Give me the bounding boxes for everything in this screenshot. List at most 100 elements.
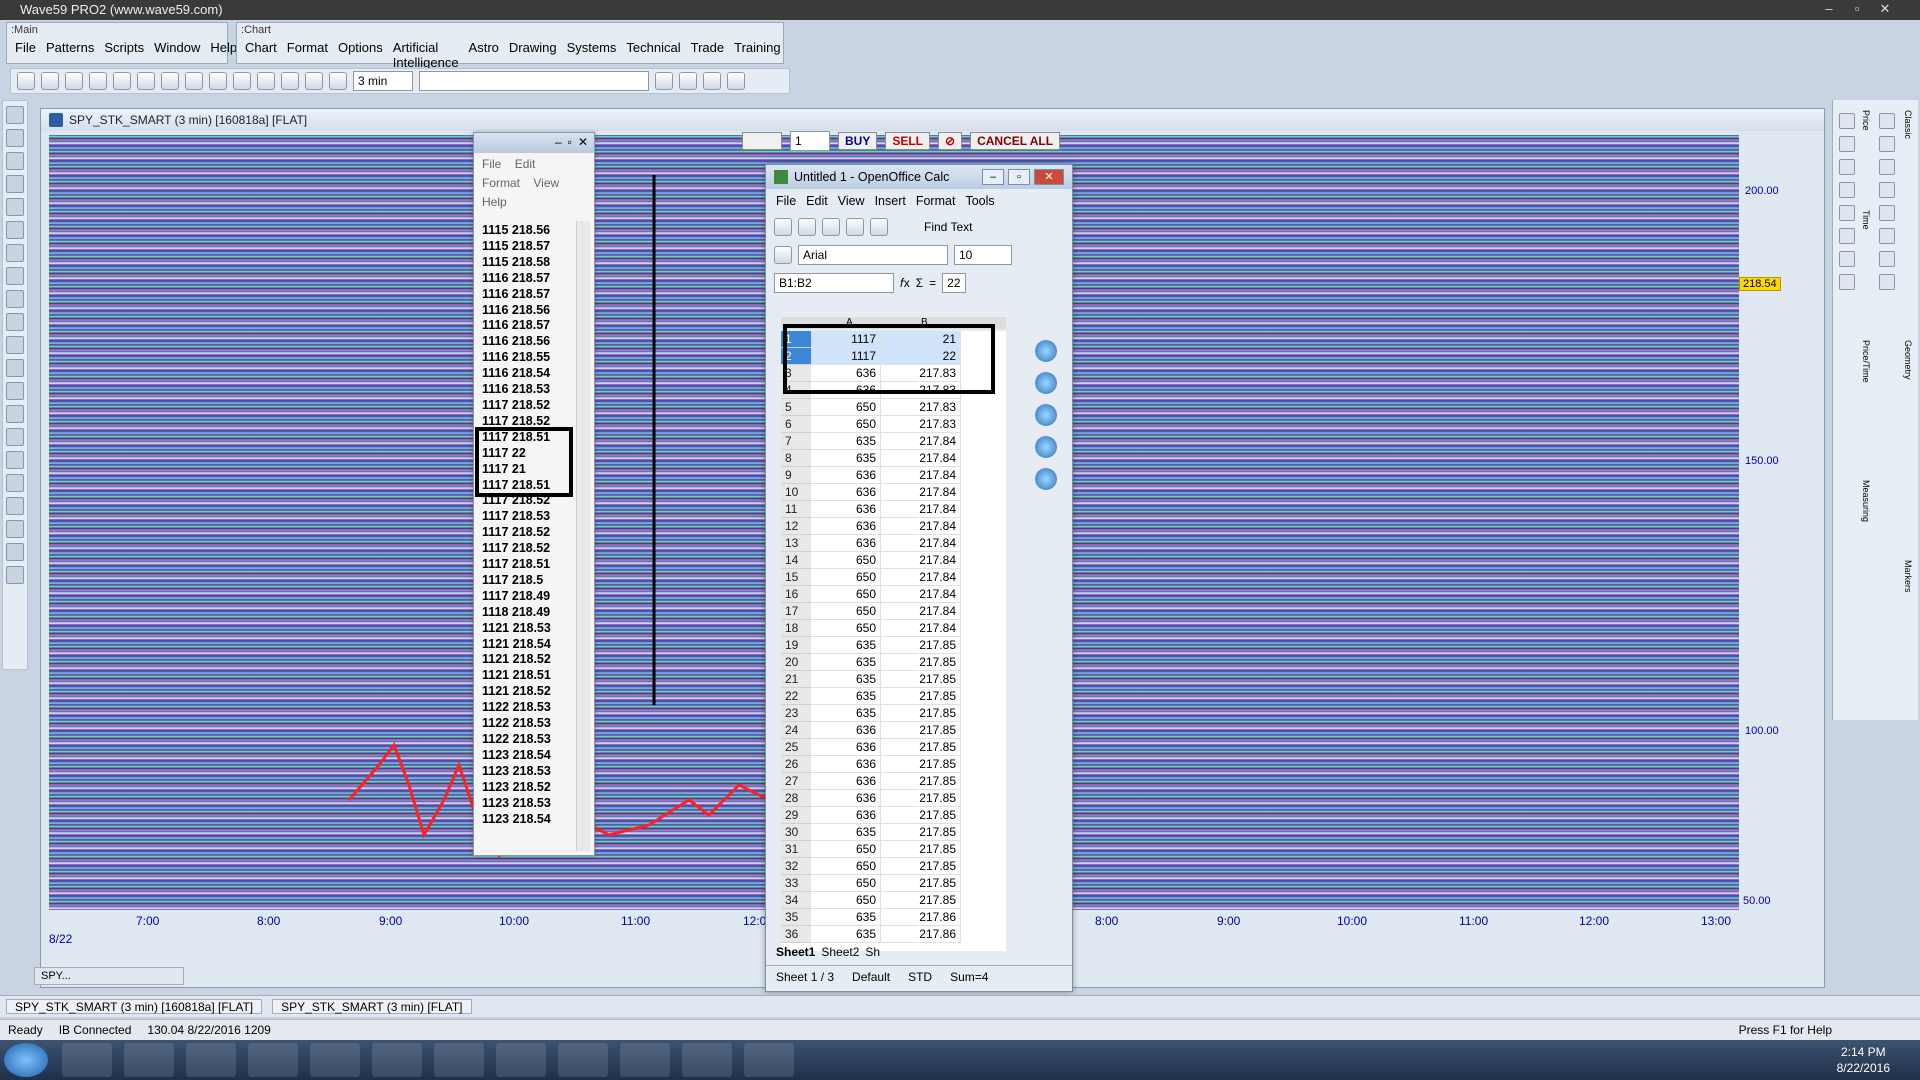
np-menu-edit[interactable]: Edit [515, 157, 536, 171]
interval-select[interactable]: 3 min [353, 71, 413, 91]
pattern-icon[interactable] [161, 72, 179, 90]
close-icon[interactable]: ✕ [578, 135, 588, 151]
refresh-icon[interactable] [65, 72, 83, 90]
table-row[interactable]: 27 636 217.85 [781, 773, 1006, 790]
target-icon[interactable] [1879, 228, 1895, 244]
table-row[interactable]: 32 650 217.85 [781, 858, 1006, 875]
sheet-tab-3[interactable]: Sh [865, 945, 880, 961]
table-row[interactable]: 17 650 217.84 [781, 603, 1006, 620]
table-row[interactable]: 28 636 217.85 [781, 790, 1006, 807]
menu-drawing[interactable]: Drawing [509, 40, 557, 70]
save-icon[interactable] [822, 218, 840, 236]
table-row[interactable]: 7 635 217.84 [781, 433, 1006, 450]
cell-a[interactable]: 636 [811, 467, 881, 484]
cycle-icon[interactable] [6, 267, 24, 285]
panel-label-price-time[interactable]: Price/Time [1861, 340, 1871, 383]
cell-a[interactable]: 635 [811, 705, 881, 722]
menu-patterns[interactable]: Patterns [46, 40, 94, 55]
calc-menu-file[interactable]: File [776, 194, 796, 208]
trend-icon[interactable] [6, 198, 24, 216]
table-row[interactable]: 10 636 217.84 [781, 484, 1006, 501]
cell-b[interactable]: 217.85 [881, 637, 961, 654]
script-icon[interactable] [185, 72, 203, 90]
table-row[interactable]: 23 635 217.85 [781, 705, 1006, 722]
cell-a[interactable]: 636 [811, 722, 881, 739]
cell-b[interactable]: 217.85 [881, 722, 961, 739]
cell-b[interactable]: 217.86 [881, 926, 961, 943]
circle-icon[interactable] [1879, 205, 1895, 221]
cell-a[interactable]: 650 [811, 858, 881, 875]
buy-button[interactable]: BUY [838, 132, 878, 150]
measure-icon[interactable] [1839, 251, 1855, 267]
table-row[interactable]: 11 636 217.84 [781, 501, 1006, 518]
cell-b[interactable]: 217.85 [881, 688, 961, 705]
table-row[interactable]: 18 650 217.84 [781, 620, 1006, 637]
clock[interactable]: 2:14 PM 8/22/2016 [1837, 1044, 1890, 1076]
function-wizard-icon[interactable]: 𝑓x [900, 276, 910, 291]
bars-icon[interactable] [1839, 182, 1855, 198]
cell-b[interactable]: 217.85 [881, 841, 961, 858]
panel-label-price[interactable]: Price [1861, 110, 1871, 131]
cell-a[interactable]: 635 [811, 654, 881, 671]
sell-button[interactable]: SELL [885, 132, 931, 150]
cell-a[interactable]: 650 [811, 603, 881, 620]
cell-a[interactable]: 635 [811, 688, 881, 705]
cell-a[interactable]: 650 [811, 552, 881, 569]
classic-icon[interactable] [1879, 113, 1895, 129]
table-row[interactable]: 29 636 217.85 [781, 807, 1006, 824]
table-row[interactable]: 34 650 217.85 [781, 892, 1006, 909]
undo-icon[interactable] [6, 428, 24, 446]
cell-b[interactable]: 217.84 [881, 484, 961, 501]
cell-b[interactable]: 217.85 [881, 671, 961, 688]
sheet-tab-1[interactable]: Sheet1 [776, 945, 815, 961]
notepad-task-icon[interactable] [372, 1043, 422, 1077]
cell-b[interactable]: 217.85 [881, 739, 961, 756]
font-select[interactable]: Arial [798, 245, 948, 265]
time-icon[interactable] [6, 290, 24, 308]
cell-b[interactable]: 217.85 [881, 824, 961, 841]
arrow-icon[interactable] [679, 72, 697, 90]
cell-a[interactable]: 650 [811, 586, 881, 603]
text-marker-icon[interactable] [1879, 251, 1895, 267]
cell-a[interactable]: 650 [811, 841, 881, 858]
new-icon[interactable] [774, 218, 792, 236]
open-icon[interactable] [798, 218, 816, 236]
table-row[interactable]: 16 650 217.84 [781, 586, 1006, 603]
calc-menu-tools[interactable]: Tools [965, 194, 994, 208]
styles-icon[interactable] [774, 246, 792, 264]
font-size-select[interactable]: 10 [954, 245, 1012, 265]
brush-icon[interactable] [6, 382, 24, 400]
menu-trade[interactable]: Trade [691, 40, 724, 70]
cell-b[interactable]: 217.84 [881, 535, 961, 552]
cell-b[interactable]: 217.84 [881, 467, 961, 484]
print-icon[interactable] [305, 72, 323, 90]
cell-b[interactable]: 217.83 [881, 416, 961, 433]
tws-icon[interactable] [186, 1043, 236, 1077]
edit-icon[interactable] [870, 218, 888, 236]
explorer-icon[interactable] [124, 1043, 174, 1077]
mail-icon[interactable] [846, 218, 864, 236]
delete-icon[interactable] [6, 359, 24, 377]
minimized-chart-tab[interactable]: SPY... [34, 967, 184, 985]
cell-a[interactable]: 636 [811, 535, 881, 552]
firefox-icon[interactable] [434, 1043, 484, 1077]
table-row[interactable]: 25 636 217.85 [781, 739, 1006, 756]
name-box[interactable]: B1:B2 [774, 273, 894, 293]
menu-file[interactable]: File [15, 40, 36, 55]
cell-b[interactable]: 217.85 [881, 875, 961, 892]
np-menu-format[interactable]: Format [482, 176, 520, 190]
menu-window[interactable]: Window [154, 40, 200, 55]
media-icon[interactable] [310, 1043, 360, 1077]
cell-a[interactable]: 636 [811, 739, 881, 756]
menu-technical[interactable]: Technical [626, 40, 680, 70]
layout-icon[interactable] [281, 72, 299, 90]
table-row[interactable]: 14 650 217.84 [781, 552, 1006, 569]
cell-b[interactable]: 217.86 [881, 909, 961, 926]
count-icon[interactable] [6, 474, 24, 492]
alert-icon[interactable] [727, 72, 745, 90]
table-row[interactable]: 8 635 217.84 [781, 450, 1006, 467]
table-row[interactable]: 24 636 217.85 [781, 722, 1006, 739]
cell-a[interactable]: 635 [811, 926, 881, 943]
geometry-icon[interactable] [1879, 182, 1895, 198]
percent-icon[interactable] [1839, 136, 1855, 152]
